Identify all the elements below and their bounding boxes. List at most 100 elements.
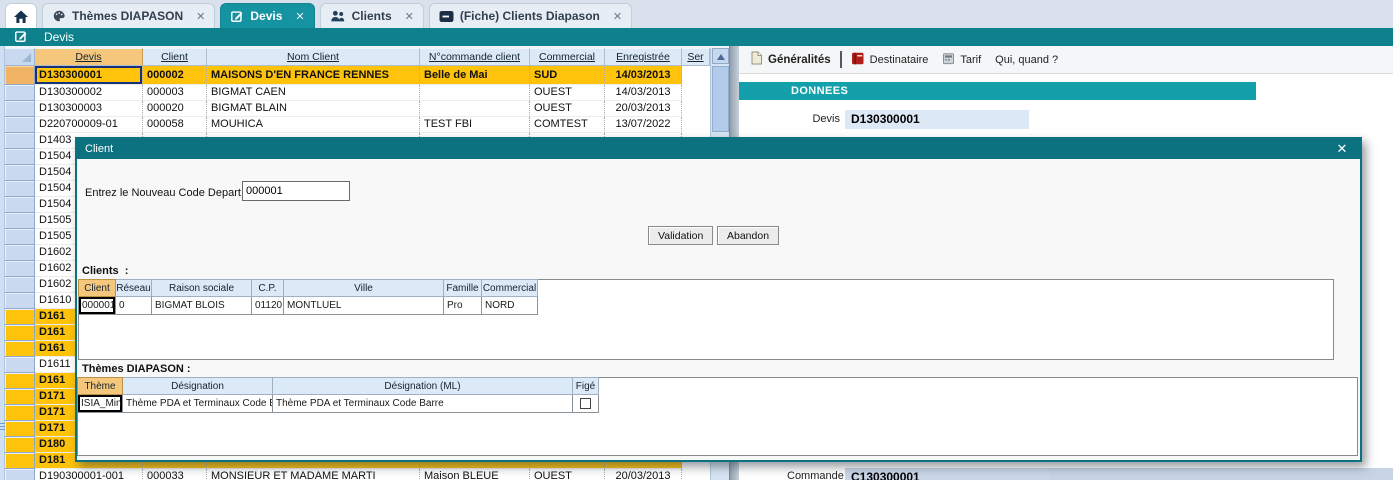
grid-cell[interactable]: TEST FBI — [420, 117, 530, 133]
column-header-nom-client[interactable]: Nom Client — [207, 48, 420, 66]
grid-cell[interactable]: Pro — [444, 297, 482, 315]
row-selector[interactable] — [5, 197, 35, 213]
column-header-commercial[interactable]: Commercial — [482, 279, 538, 297]
grid-cell[interactable]: SUD — [530, 66, 605, 85]
column-header-th-me[interactable]: Thème — [77, 377, 123, 395]
tab-tarif[interactable]: Tarif — [935, 48, 988, 72]
column-header-r-seau[interactable]: Réseau — [116, 279, 152, 297]
grid-cell[interactable]: 000033 — [143, 469, 207, 480]
grid-cell[interactable]: NORD — [482, 297, 538, 315]
row-selector[interactable] — [5, 357, 35, 373]
table-row[interactable]: D130300001000002MAISONS D'EN FRANCE RENN… — [5, 66, 710, 85]
row-selector[interactable] — [5, 277, 35, 293]
fige-checkbox[interactable] — [580, 398, 591, 409]
grid-cell[interactable]: D130300002 — [35, 85, 143, 101]
grid-cell[interactable]: MOUHICA — [207, 117, 420, 133]
tab-close-icon[interactable]: ✕ — [613, 10, 622, 23]
tab-qui-quand[interactable]: Qui, quand ? — [988, 48, 1065, 72]
scroll-up-arrow-icon[interactable] — [712, 48, 729, 64]
row-selector[interactable] — [5, 85, 35, 101]
column-header-commercial[interactable]: Commercial — [530, 48, 605, 66]
column-header-fig[interactable]: Figé — [573, 377, 599, 395]
row-selector[interactable] — [5, 293, 35, 309]
row-selector[interactable] — [5, 117, 35, 133]
tab-th-mes-diapason[interactable]: Thèmes DIAPASON✕ — [42, 3, 215, 28]
grid-cell[interactable]: D220700009-01 — [35, 117, 143, 133]
column-header-client[interactable]: Client — [143, 48, 207, 66]
row-selector[interactable] — [5, 66, 35, 85]
grid-cell[interactable]: COMTEST — [530, 117, 605, 133]
row-selector[interactable] — [5, 469, 35, 480]
grid-cell[interactable]: 000058 — [143, 117, 207, 133]
grid-cell[interactable]: 14/03/2013 — [605, 66, 682, 85]
row-selector[interactable] — [5, 373, 35, 389]
grid-cell[interactable]: D130300001 — [35, 66, 143, 85]
column-header-ville[interactable]: Ville — [284, 279, 444, 297]
grid-cell[interactable]: OUEST — [530, 469, 605, 480]
abandon-button[interactable]: Abandon — [717, 226, 779, 245]
grid-cell[interactable]: MONTLUEL — [284, 297, 444, 315]
table-row[interactable]: 0000010BIGMAT BLOIS01120MONTLUELProNORD — [78, 297, 538, 315]
column-header-devis[interactable]: Devis — [35, 48, 143, 66]
row-selector[interactable] — [5, 325, 35, 341]
row-selector[interactable] — [5, 229, 35, 245]
tab-close-icon[interactable]: ✕ — [295, 10, 304, 23]
grid-cell[interactable]: MONSIEUR ET MADAME MARTI — [207, 469, 420, 480]
validation-button[interactable]: Validation — [648, 226, 713, 245]
grid-cell[interactable]: 13/07/2022 — [605, 117, 682, 133]
grid-cell[interactable]: Thème PDA et Terminaux Code Barre — [273, 395, 573, 413]
tab-clients[interactable]: Clients✕ — [320, 3, 424, 28]
table-row[interactable]: D220700009-01000058MOUHICATEST FBICOMTES… — [5, 117, 710, 133]
grid-cell[interactable]: OUEST — [530, 85, 605, 101]
column-header-raison-sociale[interactable]: Raison sociale — [152, 279, 252, 297]
scrollbar-thumb[interactable] — [712, 66, 729, 132]
grid-cell[interactable]: 000001 — [78, 297, 116, 315]
grid-cell[interactable]: Maison BLEUE — [420, 469, 530, 480]
column-header-c-p[interactable]: C.P. — [252, 279, 284, 297]
column-header-client[interactable]: Client — [78, 279, 116, 297]
grid-cell[interactable]: D130300003 — [35, 101, 143, 117]
grid-cell[interactable]: 20/03/2013 — [605, 101, 682, 117]
grid-cell[interactable]: Thème PDA et Terminaux Code Barre — [123, 395, 273, 413]
tab-fiche-clients-diapason[interactable]: (Fiche) Clients Diapason✕ — [429, 3, 632, 28]
grid-corner-cell[interactable] — [5, 48, 35, 66]
grid-cell[interactable] — [420, 101, 530, 117]
grid-cell[interactable]: 01120 — [252, 297, 284, 315]
column-header-n-commande-client[interactable]: N°commande client — [420, 48, 530, 66]
row-selector[interactable] — [5, 437, 35, 453]
row-selector[interactable] — [5, 405, 35, 421]
column-header-famille[interactable]: Famille — [444, 279, 482, 297]
row-selector[interactable] — [5, 309, 35, 325]
row-selector[interactable] — [5, 133, 35, 149]
dialog-title-bar[interactable]: Client ✕ — [77, 139, 1360, 159]
row-selector[interactable] — [5, 181, 35, 197]
column-header-d-signation-ml[interactable]: Désignation (ML) — [273, 377, 573, 395]
table-row[interactable]: D130300002000003BIGMAT CAENOUEST14/03/20… — [5, 85, 710, 101]
table-row[interactable]: ISIA_MiniThème PDA et Terminaux Code Bar… — [77, 395, 599, 413]
table-row[interactable]: D190300001-001000033MONSIEUR ET MADAME M… — [5, 469, 710, 480]
table-row[interactable]: D130300003000020BIGMAT BLAINOUEST20/03/2… — [5, 101, 710, 117]
row-selector[interactable] — [5, 261, 35, 277]
column-header-ser[interactable]: Ser — [682, 48, 710, 66]
row-selector[interactable] — [5, 165, 35, 181]
column-header-d-signation[interactable]: Désignation — [123, 377, 273, 395]
row-selector[interactable] — [5, 213, 35, 229]
grid-cell[interactable]: BIGMAT BLAIN — [207, 101, 420, 117]
grid-cell[interactable]: D190300001-001 — [35, 469, 143, 480]
close-icon[interactable]: ✕ — [1334, 139, 1350, 159]
grid-cell[interactable]: ISIA_Mini — [77, 395, 123, 413]
grid-cell[interactable]: BIGMAT BLOIS — [152, 297, 252, 315]
tab-close-icon[interactable]: ✕ — [196, 10, 205, 23]
grid-cell[interactable]: MAISONS D'EN FRANCE RENNES — [207, 66, 420, 85]
home-tab[interactable] — [5, 3, 37, 28]
tab-close-icon[interactable]: ✕ — [405, 10, 414, 23]
row-selector[interactable] — [5, 149, 35, 165]
column-header-enregistr-e[interactable]: Enregistrée — [605, 48, 682, 66]
row-selector[interactable] — [5, 389, 35, 405]
grid-cell[interactable]: Belle de Mai — [420, 66, 530, 85]
row-selector[interactable] — [5, 101, 35, 117]
grid-cell[interactable]: 000003 — [143, 85, 207, 101]
row-selector[interactable] — [5, 453, 35, 469]
tab-destinataire[interactable]: Destinataire — [844, 48, 936, 72]
grid-cell[interactable]: OUEST — [530, 101, 605, 117]
